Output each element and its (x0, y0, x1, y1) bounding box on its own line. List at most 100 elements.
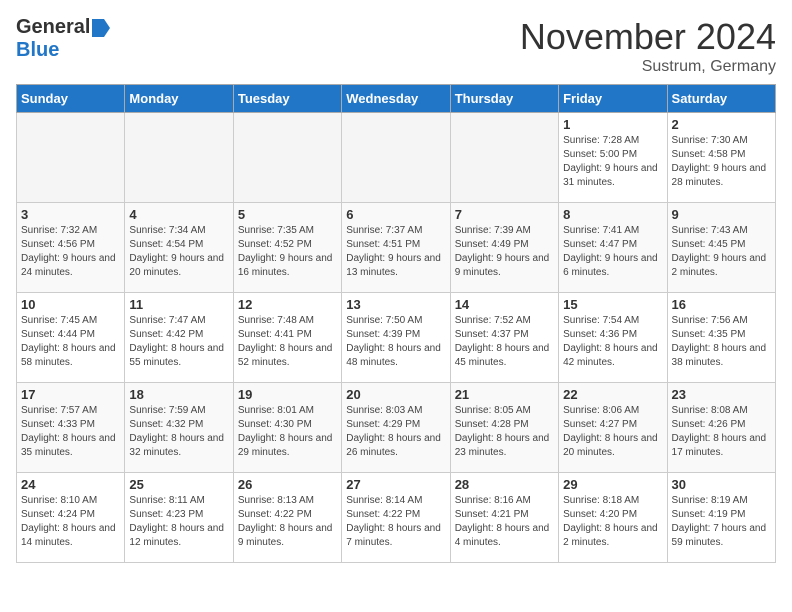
page-header: General Blue November 2024 Sustrum, Germ… (16, 16, 776, 76)
calendar-cell: 22 Sunrise: 8:06 AM Sunset: 4:27 PM Dayli… (559, 383, 667, 473)
day-info: Sunrise: 7:56 AM Sunset: 4:35 PM Dayligh… (672, 314, 771, 370)
weekday-header: Saturday (667, 85, 775, 113)
calendar-week-row: 3 Sunrise: 7:32 AM Sunset: 4:56 PM Daylig… (17, 203, 776, 293)
day-info: Sunrise: 7:50 AM Sunset: 4:39 PM Dayligh… (346, 314, 445, 370)
calendar-cell: 20 Sunrise: 8:03 AM Sunset: 4:29 PM Dayli… (342, 383, 450, 473)
day-info: Sunrise: 7:34 AM Sunset: 4:54 PM Dayligh… (129, 224, 228, 280)
calendar-cell: 17 Sunrise: 7:57 AM Sunset: 4:33 PM Dayli… (17, 383, 125, 473)
calendar-cell: 28Sunrise: 8:16 AM Sunset: 4:21 PM Dayli… (450, 473, 558, 563)
day-number: 17 (21, 387, 120, 402)
day-number: 1 (563, 117, 662, 132)
day-info: Sunrise: 7:43 AM Sunset: 4:45 PM Dayligh… (672, 224, 771, 280)
calendar-cell (233, 113, 341, 203)
calendar-cell: 8 Sunrise: 7:41 AM Sunset: 4:47 PM Daylig… (559, 203, 667, 293)
day-number: 24 (21, 477, 120, 492)
day-number: 20 (346, 387, 445, 402)
calendar-cell: 12 Sunrise: 7:48 AM Sunset: 4:41 PM Dayli… (233, 293, 341, 383)
day-number: 6 (346, 207, 445, 222)
day-number: 29 (563, 477, 662, 492)
day-number: 7 (455, 207, 554, 222)
day-info: Sunrise: 7:52 AM Sunset: 4:37 PM Dayligh… (455, 314, 554, 370)
day-number: 22 (563, 387, 662, 402)
logo: General Blue (16, 16, 110, 62)
calendar-week-row: 24 Sunrise: 8:10 AM Sunset: 4:24 PM Dayli… (17, 473, 776, 563)
day-number: 16 (672, 297, 771, 312)
day-number: 28 (455, 477, 554, 492)
calendar-cell: 5Sunrise: 7:35 AM Sunset: 4:52 PM Daylig… (233, 203, 341, 293)
day-info: Sunrise: 8:14 AM Sunset: 4:22 PM Dayligh… (346, 494, 445, 550)
calendar-cell: 7 Sunrise: 7:39 AM Sunset: 4:49 PM Daylig… (450, 203, 558, 293)
day-info: Sunrise: 7:39 AM Sunset: 4:49 PM Dayligh… (455, 224, 554, 280)
calendar-cell (125, 113, 233, 203)
calendar-cell: 13Sunrise: 7:50 AM Sunset: 4:39 PM Dayli… (342, 293, 450, 383)
calendar-cell: 15 Sunrise: 7:54 AM Sunset: 4:36 PM Dayli… (559, 293, 667, 383)
day-info: Sunrise: 7:59 AM Sunset: 4:32 PM Dayligh… (129, 404, 228, 460)
calendar-cell (17, 113, 125, 203)
calendar-cell: 29 Sunrise: 8:18 AM Sunset: 4:20 PM Dayli… (559, 473, 667, 563)
day-info: Sunrise: 7:54 AM Sunset: 4:36 PM Dayligh… (563, 314, 662, 370)
day-number: 2 (672, 117, 771, 132)
calendar-cell: 23 Sunrise: 8:08 AM Sunset: 4:26 PM Dayli… (667, 383, 775, 473)
calendar-cell: 3 Sunrise: 7:32 AM Sunset: 4:56 PM Daylig… (17, 203, 125, 293)
day-info: Sunrise: 8:10 AM Sunset: 4:24 PM Dayligh… (21, 494, 120, 550)
day-info: Sunrise: 8:19 AM Sunset: 4:19 PM Dayligh… (672, 494, 771, 550)
calendar-cell: 24 Sunrise: 8:10 AM Sunset: 4:24 PM Dayli… (17, 473, 125, 563)
calendar-week-row: 10 Sunrise: 7:45 AM Sunset: 4:44 PM Dayli… (17, 293, 776, 383)
day-info: Sunrise: 8:03 AM Sunset: 4:29 PM Dayligh… (346, 404, 445, 460)
day-info: Sunrise: 7:41 AM Sunset: 4:47 PM Dayligh… (563, 224, 662, 280)
calendar-cell: 2 Sunrise: 7:30 AM Sunset: 4:58 PM Daylig… (667, 113, 775, 203)
calendar-cell: 27 Sunrise: 8:14 AM Sunset: 4:22 PM Dayli… (342, 473, 450, 563)
day-info: Sunrise: 7:45 AM Sunset: 4:44 PM Dayligh… (21, 314, 120, 370)
day-info: Sunrise: 8:01 AM Sunset: 4:30 PM Dayligh… (238, 404, 337, 460)
day-info: Sunrise: 7:48 AM Sunset: 4:41 PM Dayligh… (238, 314, 337, 370)
day-number: 10 (21, 297, 120, 312)
calendar-cell: 10 Sunrise: 7:45 AM Sunset: 4:44 PM Dayli… (17, 293, 125, 383)
calendar-cell: 16 Sunrise: 7:56 AM Sunset: 4:35 PM Dayli… (667, 293, 775, 383)
calendar-cell: 19 Sunrise: 8:01 AM Sunset: 4:30 PM Dayli… (233, 383, 341, 473)
day-number: 23 (672, 387, 771, 402)
calendar-cell: 4 Sunrise: 7:34 AM Sunset: 4:54 PM Daylig… (125, 203, 233, 293)
day-info: Sunrise: 8:18 AM Sunset: 4:20 PM Dayligh… (563, 494, 662, 550)
day-number: 26 (238, 477, 337, 492)
calendar-cell: 21Sunrise: 8:05 AM Sunset: 4:28 PM Dayli… (450, 383, 558, 473)
calendar-cell (342, 113, 450, 203)
logo-icon (92, 19, 110, 37)
day-info: Sunrise: 8:06 AM Sunset: 4:27 PM Dayligh… (563, 404, 662, 460)
calendar-cell: 6 Sunrise: 7:37 AM Sunset: 4:51 PM Daylig… (342, 203, 450, 293)
day-number: 19 (238, 387, 337, 402)
day-number: 3 (21, 207, 120, 222)
day-info: Sunrise: 8:13 AM Sunset: 4:22 PM Dayligh… (238, 494, 337, 550)
day-info: Sunrise: 7:30 AM Sunset: 4:58 PM Dayligh… (672, 134, 771, 190)
day-number: 27 (346, 477, 445, 492)
weekday-header: Monday (125, 85, 233, 113)
day-number: 18 (129, 387, 228, 402)
day-number: 9 (672, 207, 771, 222)
day-number: 12 (238, 297, 337, 312)
weekday-header: Thursday (450, 85, 558, 113)
day-info: Sunrise: 8:08 AM Sunset: 4:26 PM Dayligh… (672, 404, 771, 460)
calendar-cell: 18 Sunrise: 7:59 AM Sunset: 4:32 PM Dayli… (125, 383, 233, 473)
weekday-header: Sunday (17, 85, 125, 113)
calendar-week-row: 17 Sunrise: 7:57 AM Sunset: 4:33 PM Dayli… (17, 383, 776, 473)
calendar-cell: 26 Sunrise: 8:13 AM Sunset: 4:22 PM Dayli… (233, 473, 341, 563)
day-info: Sunrise: 8:11 AM Sunset: 4:23 PM Dayligh… (129, 494, 228, 550)
logo-general: General (16, 16, 90, 39)
day-number: 30 (672, 477, 771, 492)
calendar-cell: 25Sunrise: 8:11 AM Sunset: 4:23 PM Dayli… (125, 473, 233, 563)
day-number: 14 (455, 297, 554, 312)
logo-blue: Blue (16, 39, 59, 61)
day-number: 15 (563, 297, 662, 312)
day-number: 21 (455, 387, 554, 402)
day-info: Sunrise: 7:57 AM Sunset: 4:33 PM Dayligh… (21, 404, 120, 460)
weekday-header: Friday (559, 85, 667, 113)
calendar-table: SundayMondayTuesdayWednesdayThursdayFrid… (16, 84, 776, 563)
day-number: 8 (563, 207, 662, 222)
month-title: November 2024 (520, 16, 776, 58)
day-info: Sunrise: 7:32 AM Sunset: 4:56 PM Dayligh… (21, 224, 120, 280)
calendar-cell (450, 113, 558, 203)
day-info: Sunrise: 7:37 AM Sunset: 4:51 PM Dayligh… (346, 224, 445, 280)
day-info: Sunrise: 7:47 AM Sunset: 4:42 PM Dayligh… (129, 314, 228, 370)
day-number: 4 (129, 207, 228, 222)
day-info: Sunrise: 7:35 AM Sunset: 4:52 PM Dayligh… (238, 224, 337, 280)
calendar-cell: 11Sunrise: 7:47 AM Sunset: 4:42 PM Dayli… (125, 293, 233, 383)
